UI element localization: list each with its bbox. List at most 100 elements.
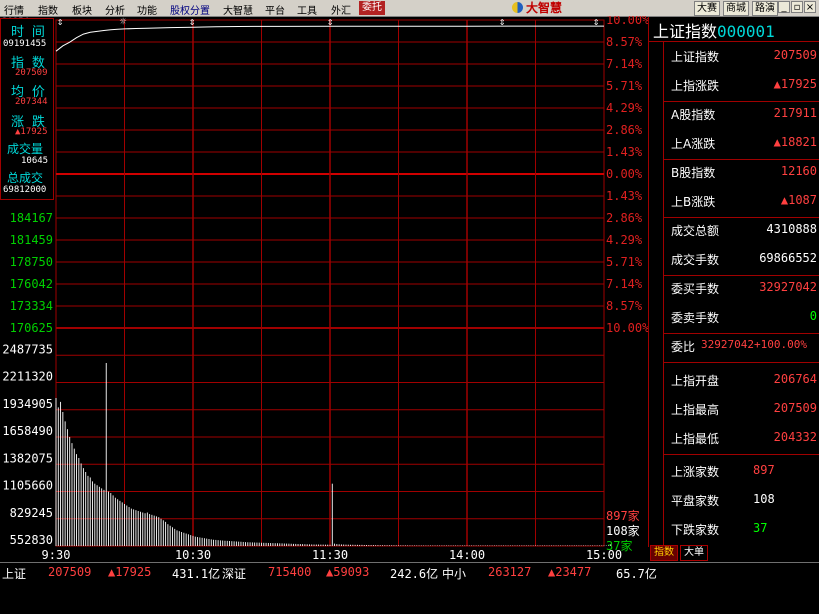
pct-axis-label: 8.57%: [606, 299, 643, 313]
pct-axis-label: 1.43%: [606, 145, 643, 159]
pct-axis-label: 7.14%: [606, 57, 643, 71]
stat-label: 成交总额: [671, 224, 720, 238]
stat-value: 32927042+100.00%: [701, 338, 807, 351]
stat-label: 委卖手数: [671, 311, 720, 325]
volume-axis-label: 2211320: [2, 370, 53, 384]
status-sh-change: ▲17925: [108, 565, 152, 579]
panel-separator: [663, 362, 819, 363]
stat-label: 上B涨跌: [671, 195, 716, 209]
value-time: 09191455: [3, 39, 47, 49]
menu-item-function[interactable]: 功能: [137, 2, 157, 17]
stat-label: 上指最低: [671, 432, 720, 446]
status-sz-change: ▲59093: [326, 565, 370, 579]
stat-label: A股指数: [671, 108, 716, 122]
status-sme-change: ▲23477: [548, 565, 592, 579]
mall-button[interactable]: 商城: [723, 1, 749, 16]
pct-axis-label: 4.29%: [606, 233, 643, 247]
label-total-turnover: 总成交: [7, 171, 44, 185]
stat-value: 4310888: [766, 222, 817, 236]
roadshow-button[interactable]: 路演: [752, 1, 778, 16]
top-marker-icon: ⇕: [57, 16, 64, 28]
price-axis-label: 178750: [10, 255, 53, 269]
stat-value: 32927042: [759, 280, 817, 294]
left-info-panel: 时 间 09191455 指 数 207509 均 价 207344 涨 跌 ▲…: [0, 18, 54, 200]
time-axis-label: 11:30: [312, 548, 348, 562]
status-sme-label: 中小: [442, 567, 467, 581]
stat-value: 207509: [773, 48, 817, 62]
menu-item-platform[interactable]: 平台: [265, 2, 285, 17]
menu-item-tools[interactable]: 工具: [297, 2, 317, 17]
pct-axis-label: 5.71%: [606, 255, 643, 269]
tab-big-orders[interactable]: 大单: [680, 545, 708, 561]
menu-item-order[interactable]: 委托: [359, 1, 385, 15]
price-axis-label: 173334: [10, 299, 53, 313]
price-axis-label: 184167: [10, 211, 53, 225]
pct-axis-label: 0.00%: [606, 167, 643, 181]
menu-item-share-reform[interactable]: 股权分置: [170, 2, 210, 17]
value-avg-price: 207344: [15, 97, 48, 107]
stat-value: 897: [753, 463, 775, 477]
pct-axis-label: 5.71%: [606, 79, 643, 93]
menu-item-analysis[interactable]: 分析: [105, 2, 125, 17]
stat-label: 成交手数: [671, 253, 720, 267]
contest-button[interactable]: 大赛: [694, 1, 720, 16]
stat-value: 69866552: [759, 251, 817, 265]
stat-label: 委比: [671, 340, 696, 354]
menu-item-dazhihui[interactable]: 大智慧: [223, 2, 253, 17]
panel-separator: [663, 101, 819, 102]
pct-axis-label: 10.00%: [606, 321, 650, 335]
pct-axis-label: 8.57%: [606, 35, 643, 49]
stat-label: 平盘家数: [671, 494, 720, 508]
menu-item-quotes[interactable]: 行情: [4, 2, 24, 17]
logo-text: 大智慧: [526, 1, 563, 15]
close-button[interactable]: ×: [804, 1, 816, 13]
right-info-panel: 上证指数000001 上证指数 207509 上指涨跌 ▲17925 A股指数 21791…: [648, 17, 819, 547]
time-axis-label: 14:00: [449, 548, 485, 562]
stat-value: 207509: [773, 401, 817, 415]
stat-value: 204332: [773, 430, 817, 444]
panel-separator: [663, 454, 819, 455]
menu-item-sector[interactable]: 板块: [72, 2, 92, 17]
pct-axis-label: 4.29%: [606, 101, 643, 115]
dazhihui-logo: 大智慧: [512, 0, 562, 16]
panel-separator: [663, 275, 819, 276]
stat-value: 108: [753, 492, 775, 506]
market-status-bar: 上证 207509 ▲17925 431.1亿 深证 715400 ▲59093…: [0, 562, 819, 581]
menu-item-forex[interactable]: 外汇: [331, 2, 351, 17]
menu-item-index[interactable]: 指数: [38, 2, 58, 17]
label-time: 时 间: [11, 25, 45, 40]
stat-label: 上指涨跌: [671, 79, 720, 93]
stat-label: 委买手数: [671, 282, 720, 296]
volume-axis-label: 829245: [10, 506, 53, 520]
pct-axis-label: 2.86%: [606, 123, 643, 137]
stat-value: 0: [809, 309, 817, 323]
stat-label: 上指开盘: [671, 374, 720, 388]
stat-value: 217911: [773, 106, 817, 120]
volume-axis-label: 1658490: [2, 424, 53, 438]
status-sme-index: 263127: [488, 565, 532, 579]
time-axis-label: 10:30: [175, 548, 211, 562]
panel-separator: [663, 217, 819, 218]
value-total-turnover: 69812000: [3, 185, 47, 195]
status-sh-label: 上证: [2, 567, 27, 581]
stat-label: B股指数: [671, 166, 716, 180]
status-sz-label: 深证: [222, 567, 247, 581]
value-volume: 10645: [21, 156, 49, 166]
price-axis-label: 181459: [10, 233, 53, 247]
stat-label: 下跌家数: [671, 523, 720, 537]
volume-axis-label: 552830: [10, 533, 53, 547]
panel-separator: [663, 333, 819, 334]
top-marker-icon: ☼: [120, 16, 127, 28]
pct-axis-label: 7.14%: [606, 277, 643, 291]
status-sh-turnover: 431.1亿: [172, 567, 221, 581]
stat-value: ▲18821: [773, 135, 817, 149]
stat-label: 上A涨跌: [671, 137, 716, 151]
tab-index[interactable]: 指数: [650, 545, 678, 561]
minimize-button[interactable]: _: [778, 1, 790, 13]
label-volume: 成交量: [7, 142, 44, 156]
restore-button[interactable]: ▫: [791, 1, 803, 13]
stat-label: 上证指数: [671, 50, 720, 64]
volume-axis-label: 1934905: [2, 397, 53, 411]
panel-code: 000001: [717, 22, 775, 41]
stat-label: 上涨家数: [671, 465, 720, 479]
